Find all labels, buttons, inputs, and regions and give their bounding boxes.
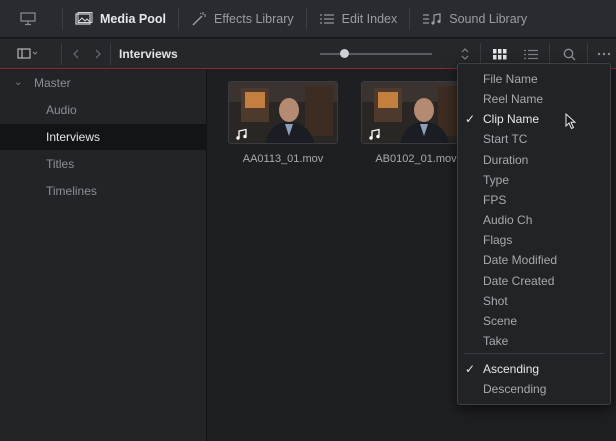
toolbar-divider xyxy=(61,43,62,65)
sort-option-shot[interactable]: Shot xyxy=(458,291,610,311)
tab-media-pool[interactable]: Media Pool xyxy=(63,0,178,38)
menu-item-label: Duration xyxy=(483,153,529,167)
chevron-left-icon xyxy=(73,49,79,59)
list-index-icon xyxy=(319,13,334,24)
slider-handle[interactable] xyxy=(340,49,349,58)
sort-option-flags[interactable]: Flags xyxy=(458,230,610,250)
grid-view-icon xyxy=(493,48,507,59)
audio-note-icon xyxy=(369,128,380,140)
bin-audio[interactable]: Audio xyxy=(0,97,206,123)
bin-label: Audio xyxy=(46,103,77,117)
effects-wand-icon xyxy=(192,11,206,25)
menu-item-label: Descending xyxy=(483,382,547,396)
sort-order-ascending[interactable]: ✓ Ascending xyxy=(458,359,610,379)
media-pool-icon xyxy=(75,11,93,25)
checkmark-icon: ✓ xyxy=(465,112,476,126)
forward-button[interactable] xyxy=(88,39,108,69)
sort-option-clip-name[interactable]: ✓ Clip Name xyxy=(458,109,610,130)
breadcrumb: Interviews xyxy=(119,47,178,61)
menu-item-label: Scene xyxy=(483,314,518,328)
bin-label: Titles xyxy=(46,157,75,171)
sort-option-reel-name[interactable]: Reel Name xyxy=(458,89,610,109)
sort-option-type[interactable]: Type xyxy=(458,170,610,190)
audio-note-icon xyxy=(236,128,247,140)
bin-label: Timelines xyxy=(46,184,97,198)
toolbar-divider xyxy=(110,43,111,65)
tab-label: Media Pool xyxy=(100,11,166,26)
search-icon xyxy=(563,48,575,60)
clip-name[interactable]: AA0113_01.mov xyxy=(218,153,348,165)
menu-item-label: Start TC xyxy=(483,132,528,146)
sort-option-file-name[interactable]: File Name xyxy=(458,69,610,89)
menu-item-label: Clip Name xyxy=(483,112,540,126)
menu-item-label: Reel Name xyxy=(483,92,544,106)
menu-item-label: Shot xyxy=(483,294,508,308)
toolbar-divider xyxy=(480,43,481,65)
sort-option-date-created[interactable]: Date Created xyxy=(458,271,610,291)
sort-option-start-tc[interactable]: Start TC xyxy=(458,129,610,149)
chevron-right-icon xyxy=(95,49,101,59)
checkmark-icon: ✓ xyxy=(465,362,476,376)
bin-interviews[interactable]: Interviews xyxy=(0,124,206,150)
bin-list: ⌄ Master Audio Interviews Titles Timelin… xyxy=(0,70,207,441)
toolbar-divider xyxy=(549,43,550,65)
tab-label: Edit Index xyxy=(341,11,398,26)
menu-item-label: Date Modified xyxy=(483,253,558,267)
menu-item-label: File Name xyxy=(483,72,538,86)
back-button[interactable] xyxy=(66,39,86,69)
monitor-toggle-button[interactable] xyxy=(0,0,62,38)
bin-label: Master xyxy=(34,76,71,90)
sort-option-scene[interactable]: Scene xyxy=(458,311,610,331)
toolbar-divider xyxy=(587,43,588,65)
sort-option-take[interactable]: Take xyxy=(458,331,610,351)
bin-timelines[interactable]: Timelines xyxy=(0,178,206,204)
menu-item-label: FPS xyxy=(483,193,507,207)
tab-effects-library[interactable]: Effects Library xyxy=(179,0,306,38)
sort-option-fps[interactable]: FPS xyxy=(458,190,610,210)
menu-item-label: Type xyxy=(483,173,510,187)
chevron-down-icon[interactable]: ⌄ xyxy=(14,70,22,96)
menu-item-label: Flags xyxy=(483,233,513,247)
sort-option-audio-ch[interactable]: Audio Ch xyxy=(458,210,610,230)
monitor-icon xyxy=(19,11,36,25)
tab-sound-library[interactable]: Sound Library xyxy=(410,0,539,38)
menu-item-label: Ascending xyxy=(483,362,540,376)
clip-thumbnail[interactable] xyxy=(361,81,471,144)
menu-divider xyxy=(464,353,604,354)
tab-label: Effects Library xyxy=(213,11,294,26)
tab-edit-index[interactable]: Edit Index xyxy=(307,0,410,38)
bin-panel-icon xyxy=(17,48,38,59)
mouse-cursor-icon xyxy=(565,113,577,130)
sort-option-duration[interactable]: Duration xyxy=(458,150,610,170)
bin-master[interactable]: ⌄ Master xyxy=(0,70,206,96)
bin-list-toggle-button[interactable] xyxy=(8,39,48,69)
bin-label: Interviews xyxy=(46,130,101,144)
bin-titles[interactable]: Titles xyxy=(0,151,206,177)
thumbnail-size-slider[interactable] xyxy=(320,53,432,55)
tab-label: Sound Library xyxy=(449,11,528,26)
sort-updown-icon xyxy=(461,48,469,60)
clip-thumbnail[interactable] xyxy=(228,81,338,144)
menu-item-label: Audio Ch xyxy=(483,213,533,227)
sound-library-icon xyxy=(423,12,441,25)
sort-option-date-modified[interactable]: Date Modified xyxy=(458,250,610,270)
ellipsis-icon xyxy=(597,52,611,56)
menu-item-label: Take xyxy=(483,334,509,348)
sort-order-descending[interactable]: Descending xyxy=(458,379,610,399)
panel-tab-bar: Media Pool Effects Library Edit Index So… xyxy=(0,0,616,38)
menu-item-label: Date Created xyxy=(483,274,555,288)
sort-menu: File Name Reel Name ✓ Clip Name Start TC… xyxy=(457,63,611,405)
list-view-icon xyxy=(524,49,538,59)
